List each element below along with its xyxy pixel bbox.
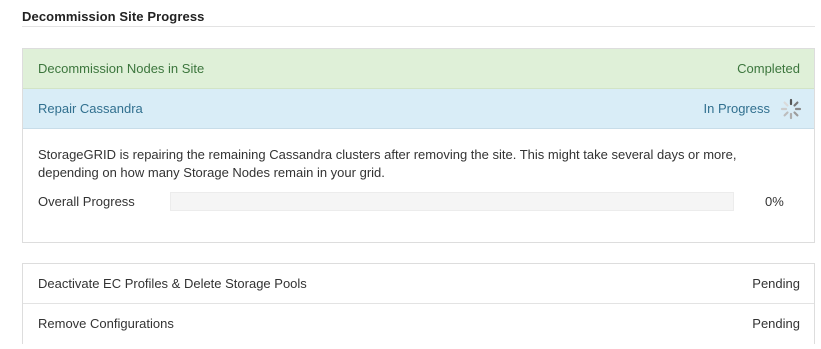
step-label: Repair Cassandra (38, 101, 143, 116)
step-status-pending: Pending (752, 316, 800, 331)
repair-description: StorageGRID is repairing the remaining C… (38, 147, 737, 180)
step-status-completed: Completed (737, 61, 800, 76)
decommission-site-progress-page: Decommission Site Progress Decommission … (0, 0, 821, 349)
step-status-in-progress: In Progress (703, 101, 770, 116)
step-row-decommission-nodes: Decommission Nodes in Site Completed (23, 49, 814, 89)
step-label: Deactivate EC Profiles & Delete Storage … (38, 276, 307, 291)
step-status-pending: Pending (752, 276, 800, 291)
section-title: Decommission Site Progress (22, 9, 205, 24)
step-row-deactivate-ec-profiles: Deactivate EC Profiles & Delete Storage … (23, 264, 814, 304)
step-row-remove-configurations: Remove Configurations Pending (23, 304, 814, 344)
steps-panel: Decommission Nodes in Site Completed Rep… (22, 48, 815, 243)
step-label: Decommission Nodes in Site (38, 61, 205, 76)
overall-progress-value: 0% (765, 194, 784, 209)
repair-cassandra-details: StorageGRID is repairing the remaining C… (23, 129, 814, 242)
step-row-repair-cassandra: Repair Cassandra In Progress (23, 89, 814, 129)
overall-progress-label: Overall Progress (38, 194, 135, 209)
step-label: Remove Configurations (38, 316, 174, 331)
overall-progress-bar (170, 192, 734, 211)
pending-steps-panel: Deactivate EC Profiles & Delete Storage … (22, 263, 815, 344)
section-header: Decommission Site Progress (22, 0, 815, 27)
spinner-icon (780, 98, 802, 120)
